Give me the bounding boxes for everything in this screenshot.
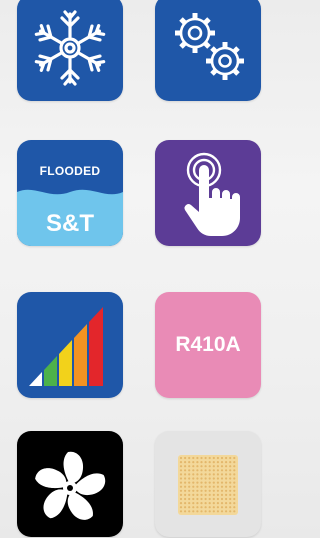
flooded-label: FLOODED — [39, 164, 101, 178]
snowflake-tile[interactable] — [17, 0, 123, 101]
refrigerant-tile[interactable]: R410A — [155, 292, 261, 398]
efficiency-bars-icon — [29, 307, 103, 386]
flooded-st-tile[interactable]: FLOODED S&T — [17, 140, 123, 246]
fan-tile[interactable] — [17, 431, 123, 537]
touch-tile[interactable] — [155, 140, 261, 246]
snowflake-icon — [33, 10, 107, 86]
touch-finger-icon — [184, 152, 240, 236]
refrigerant-label: R410A — [175, 333, 241, 356]
fan-icon — [33, 451, 109, 526]
filter-grid-icon — [178, 455, 238, 515]
st-label: S&T — [46, 210, 94, 237]
efficiency-tile[interactable] — [17, 292, 123, 398]
settings-tile[interactable] — [155, 0, 261, 101]
filter-tile[interactable] — [155, 431, 261, 537]
gears-icon — [175, 13, 244, 80]
